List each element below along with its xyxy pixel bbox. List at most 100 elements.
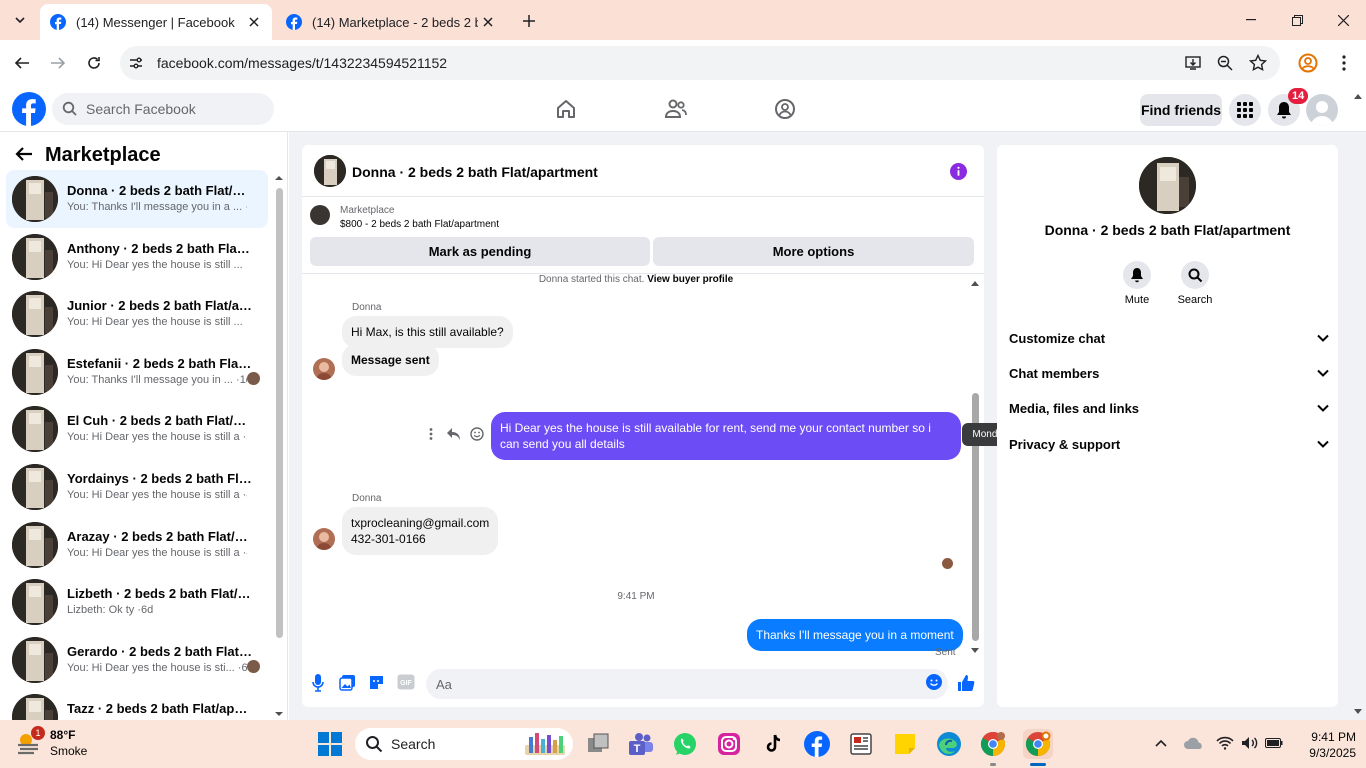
news-app-icon[interactable] <box>846 729 876 759</box>
chrome-profile-2-icon[interactable] <box>1023 729 1053 759</box>
privacy-support-section[interactable]: Privacy & support <box>1009 433 1329 455</box>
conversation-preview: You: Thanks I'll message you in ... ·1d <box>67 373 247 386</box>
outgoing-message[interactable]: Thanks I'll message you in a moment <box>747 619 963 651</box>
conversation-item[interactable]: Yordainys · 2 beds 2 bath Flat/apartment… <box>6 458 268 516</box>
chat-avatar[interactable] <box>314 155 346 187</box>
bookmark-star-icon[interactable] <box>1249 54 1267 72</box>
close-window-icon[interactable] <box>1328 8 1358 32</box>
facebook-favicon-icon <box>50 14 66 30</box>
view-buyer-profile-link[interactable]: View buyer profile <box>647 274 733 285</box>
more-options-button[interactable]: More options <box>653 237 974 266</box>
close-tab-icon[interactable] <box>478 12 498 32</box>
thumbs-up-icon[interactable] <box>957 674 975 692</box>
tiktok-icon[interactable] <box>758 729 788 759</box>
incoming-message[interactable]: Message sent <box>342 344 439 376</box>
system-clock[interactable]: 9:41 PM 9/3/2025 <box>1290 729 1356 761</box>
reload-icon[interactable] <box>84 53 104 73</box>
onedrive-cloud-icon[interactable] <box>1184 736 1204 750</box>
maximize-window-icon[interactable] <box>1282 8 1312 32</box>
minimize-window-icon[interactable] <box>1236 8 1266 32</box>
chat-list-scrollbar[interactable] <box>275 174 283 720</box>
teams-icon[interactable]: T <box>626 729 656 759</box>
conversation-item[interactable]: Junior · 2 beds 2 bath Flat/apartment You… <box>6 285 268 343</box>
message-phone: 432-301-0166 <box>351 532 426 546</box>
task-view-icon[interactable] <box>584 729 614 759</box>
site-settings-icon[interactable] <box>128 55 144 71</box>
sender-avatar[interactable] <box>313 358 335 380</box>
info-icon[interactable] <box>950 163 967 180</box>
conversation-item[interactable]: Arazay · 2 beds 2 bath Flat/apartment You… <box>6 516 268 574</box>
friends-icon[interactable] <box>664 98 688 120</box>
incoming-message[interactable]: txprocleaning@gmail.com 432-301-0166 <box>342 507 499 555</box>
battery-icon[interactable] <box>1265 736 1283 750</box>
outgoing-message[interactable]: Hi Dear yes the house is still available… <box>491 412 961 460</box>
instagram-icon[interactable] <box>714 729 744 759</box>
chrome-profile-1-icon[interactable] <box>978 729 1008 759</box>
zoom-icon[interactable] <box>1216 54 1234 72</box>
react-emoji-icon[interactable] <box>470 427 484 441</box>
facebook-app-icon[interactable] <box>802 729 832 759</box>
taskbar-search[interactable]: Search <box>355 728 573 760</box>
address-bar[interactable]: facebook.com/messages/t/1432234594521152 <box>120 46 1280 80</box>
facebook-favicon-icon <box>286 14 302 30</box>
conversation-item[interactable]: Lizbeth · 2 beds 2 bath Flat/apartment Li… <box>6 573 268 631</box>
tab-messenger[interactable]: (14) Messenger | Facebook <box>40 4 272 40</box>
search-in-chat-button[interactable]: Search <box>1170 261 1220 306</box>
start-windows-icon[interactable] <box>315 729 345 759</box>
tab-marketplace[interactable]: (14) Marketplace - 2 beds 2 bath <box>276 4 506 40</box>
profile-icon[interactable] <box>1298 53 1318 73</box>
chat-scrollbar[interactable] <box>970 277 980 657</box>
sender-avatar[interactable] <box>313 528 335 550</box>
conversation-item[interactable]: Donna · 2 beds 2 bath Flat/apartment You:… <box>6 170 268 228</box>
tab-search-chevron-icon[interactable] <box>8 8 32 32</box>
media-files-links-section[interactable]: Media, files and links <box>1009 397 1329 419</box>
page-scrollbar[interactable] <box>1352 92 1364 716</box>
mute-button[interactable]: Mute <box>1112 261 1162 306</box>
contact-name: Donna · 2 beds 2 bath Flat/apartment <box>1044 222 1291 238</box>
home-icon[interactable] <box>555 98 577 120</box>
chat-title[interactable]: Donna · 2 beds 2 bath Flat/apartment <box>352 164 598 180</box>
back-arrow-icon[interactable] <box>12 53 32 73</box>
conversation-preview: You: Hi Dear yes the house is still a ·3… <box>67 431 247 444</box>
conversation-item[interactable]: Gerardo · 2 beds 2 bath Flat/apartment Yo… <box>6 631 268 689</box>
gif-icon[interactable]: GIF <box>397 674 415 690</box>
photo-gallery-icon[interactable] <box>339 674 356 691</box>
facebook-logo-icon[interactable] <box>12 92 46 126</box>
forward-arrow-icon[interactable] <box>48 53 68 73</box>
whatsapp-icon[interactable] <box>670 729 700 759</box>
conversation-item[interactable]: El Cuh · 2 beds 2 bath Flat/apartment You… <box>6 400 268 458</box>
message-input[interactable]: Aa <box>426 669 948 699</box>
volume-icon[interactable] <box>1241 736 1259 750</box>
microphone-icon[interactable] <box>312 674 324 692</box>
back-arrow-icon[interactable] <box>14 144 34 164</box>
contact-avatar[interactable] <box>1139 157 1196 214</box>
show-hidden-icons-chevron-icon[interactable] <box>1154 736 1168 750</box>
conversation-avatar <box>12 348 58 395</box>
message-composer: GIF Aa <box>302 665 984 707</box>
sticker-icon[interactable] <box>368 674 385 691</box>
chat-members-section[interactable]: Chat members <box>1009 362 1329 384</box>
wifi-icon[interactable] <box>1216 736 1234 750</box>
find-friends-button[interactable]: Find friends <box>1140 94 1222 126</box>
conversation-avatar <box>12 291 58 338</box>
reply-icon[interactable] <box>446 427 461 441</box>
tab-title: (14) Marketplace - 2 beds 2 bath <box>312 14 478 30</box>
account-avatar[interactable] <box>1306 94 1338 126</box>
conversation-item[interactable]: Estefanii · 2 beds 2 bath Flat/apartment… <box>6 343 268 401</box>
browser-menu-icon[interactable] <box>1336 53 1352 73</box>
menu-grid-icon[interactable] <box>1229 94 1261 126</box>
conversation-item[interactable]: Anthony · 2 beds 2 bath Flat/apartment Yo… <box>6 228 268 286</box>
customize-chat-section[interactable]: Customize chat <box>1009 327 1329 349</box>
close-tab-icon[interactable] <box>244 12 264 32</box>
sticky-notes-icon[interactable] <box>890 729 920 759</box>
clock-date: 9/3/2025 <box>1309 746 1356 760</box>
message-more-icon[interactable] <box>426 427 436 441</box>
groups-icon[interactable] <box>774 98 796 120</box>
install-app-icon[interactable] <box>1184 54 1202 72</box>
mark-as-pending-button[interactable]: Mark as pending <box>310 237 650 266</box>
new-tab-plus-icon[interactable] <box>518 10 540 32</box>
edge-browser-icon[interactable] <box>934 729 964 759</box>
conversation-list: Donna · 2 beds 2 bath Flat/apartment You:… <box>6 170 268 746</box>
emoji-icon[interactable] <box>926 674 942 690</box>
facebook-search-input[interactable]: Search Facebook <box>52 93 274 125</box>
